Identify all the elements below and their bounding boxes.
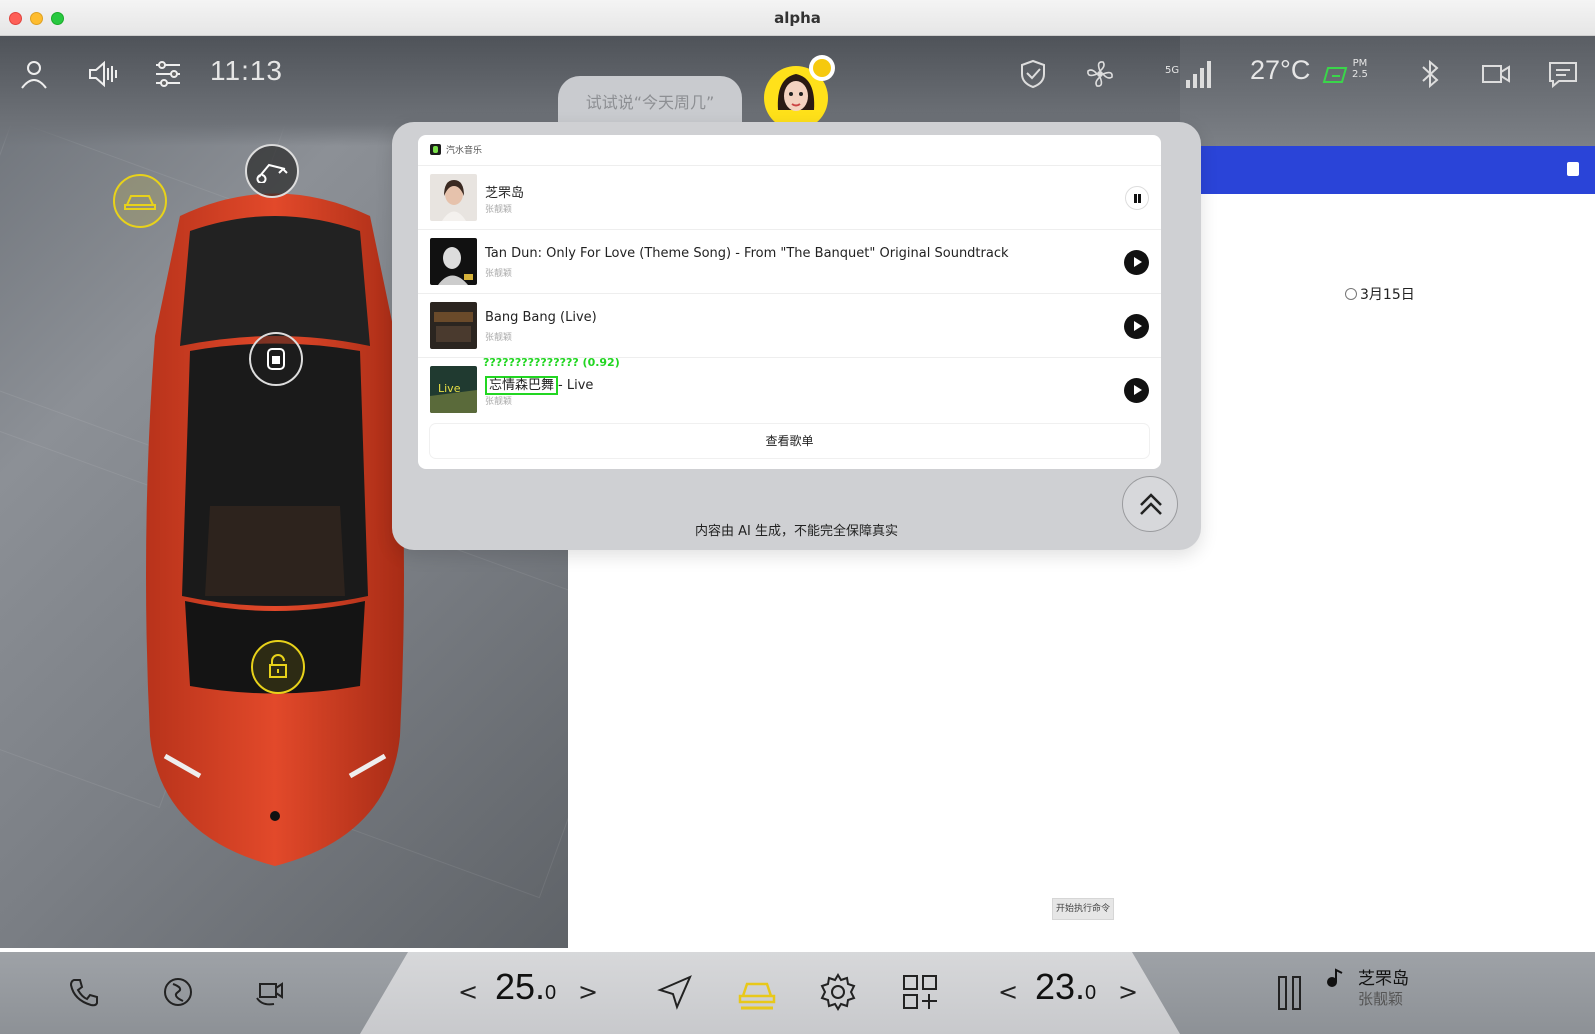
apps-grid-icon[interactable]	[900, 972, 940, 1012]
phone-icon[interactable]	[66, 974, 102, 1010]
user-icon[interactable]	[16, 56, 52, 92]
outside-temperature: 27°C	[1250, 55, 1311, 85]
shield-icon[interactable]	[1015, 56, 1051, 92]
track-artist: 张靓颖	[485, 205, 513, 215]
music-app-icon[interactable]	[160, 974, 196, 1010]
ocr-highlight-box: 忘情森巴舞	[485, 376, 559, 395]
car-screen: 11:13 试试说“今天周几” 5G 27°C PM 2.5 汽水音乐 芝罘岛 …	[0, 36, 1595, 1034]
unlock-icon[interactable]	[251, 640, 305, 694]
message-icon[interactable]	[1545, 56, 1581, 92]
car-mode-icon[interactable]	[113, 174, 167, 228]
track-artist: 张靓颖	[485, 333, 513, 343]
track-row[interactable]: ??????????????? (0.92) Live 忘情森巴舞 - Live …	[418, 356, 1161, 421]
play-button[interactable]	[1124, 314, 1149, 339]
clock: 11:13	[210, 55, 283, 86]
signal-icon	[1186, 61, 1211, 88]
music-app-header: 汽水音乐	[430, 143, 482, 156]
now-playing-title[interactable]: 芝罘岛	[1358, 964, 1409, 989]
track-title: Bang Bang (Live)	[485, 310, 597, 325]
right-temp-decrease-button[interactable]: <	[998, 978, 1018, 1006]
album-cover	[430, 174, 477, 221]
qishui-music-icon	[430, 144, 441, 155]
execute-command-button[interactable]: 开始执行命令	[1052, 898, 1114, 920]
blue-header-bar	[1195, 146, 1595, 194]
car-control-icon[interactable]	[735, 970, 779, 1014]
left-temperature: 25.0	[495, 966, 557, 1007]
pause-icon[interactable]	[1276, 974, 1304, 1012]
trunk-open-icon[interactable]	[245, 144, 299, 198]
view-playlist-button[interactable]: 查看歌单	[430, 424, 1149, 458]
clipboard-icon[interactable]	[1567, 162, 1579, 176]
pause-button[interactable]	[1125, 186, 1149, 210]
track-artist: 张靓颖	[485, 397, 513, 407]
fan-icon[interactable]	[1082, 56, 1118, 92]
battery-leaf-icon	[1322, 67, 1348, 83]
sliders-icon[interactable]	[150, 56, 186, 92]
now-playing-artist: 张靓颖	[1358, 990, 1404, 1008]
app-window: alpha 11:13 试试说“今天周几” 5G 27°C PM 2.5 汽水音…	[0, 0, 1595, 1034]
track-row[interactable]: Bang Bang (Live) 张靓颖	[418, 293, 1161, 357]
window-title: alpha	[774, 9, 821, 27]
right-temp-increase-button[interactable]: >	[1118, 978, 1138, 1006]
play-button[interactable]	[1124, 250, 1149, 275]
assistant-avatar-icon[interactable]	[760, 52, 840, 132]
right-temperature: 23.0	[1035, 966, 1097, 1007]
title-bar: alpha	[0, 0, 1595, 36]
album-cover	[430, 302, 477, 349]
bluetooth-icon[interactable]	[1412, 56, 1448, 92]
bottom-dock: < 25.0 > < 23.0 > 芝罘岛 张靓颖	[0, 952, 1595, 1034]
ai-disclaimer: 内容由 AI 生成，不能完全保障真实	[695, 524, 898, 539]
track-artist: 张靓颖	[485, 269, 513, 279]
seat-icon[interactable]	[249, 332, 303, 386]
track-row[interactable]: Tan Dun: Only For Love (Theme Song) - Fr…	[418, 229, 1161, 293]
volume-icon[interactable]	[84, 56, 120, 92]
camera-icon[interactable]	[1478, 56, 1514, 92]
track-title: 忘情森巴舞 - Live	[485, 374, 593, 395]
status-bar-right-bg	[1180, 36, 1595, 146]
date-radio-option[interactable]: 3月15日	[1345, 284, 1415, 304]
album-cover: Live	[430, 366, 477, 413]
assistant-panel: 汽水音乐 芝罘岛 张靓颖 Tan Dun: Only For Love (The…	[392, 122, 1201, 550]
ocr-detection-label: ??????????????? (0.92)	[483, 356, 620, 369]
camera-switch-icon[interactable]	[252, 974, 288, 1010]
track-title: Tan Dun: Only For Love (Theme Song) - Fr…	[485, 246, 1009, 261]
track-title: 芝罘岛	[485, 186, 525, 201]
left-temp-decrease-button[interactable]: <	[458, 978, 478, 1006]
car-image	[146, 193, 404, 866]
settings-gear-icon[interactable]	[818, 972, 858, 1012]
left-temp-increase-button[interactable]: >	[578, 978, 598, 1006]
svg-text:Live: Live	[438, 382, 461, 395]
track-row[interactable]: 芝罘岛 张靓颖	[418, 165, 1161, 229]
network-type: 5G	[1165, 65, 1180, 76]
play-button[interactable]	[1124, 378, 1149, 403]
navigation-icon[interactable]	[655, 972, 695, 1012]
radio-button[interactable]	[1345, 288, 1357, 300]
music-note-icon	[1327, 968, 1343, 987]
album-cover	[430, 238, 477, 285]
pm25-indicator: PM 2.5	[1352, 58, 1368, 80]
music-card: 汽水音乐 芝罘岛 张靓颖 Tan Dun: Only For Love (The…	[418, 135, 1161, 469]
